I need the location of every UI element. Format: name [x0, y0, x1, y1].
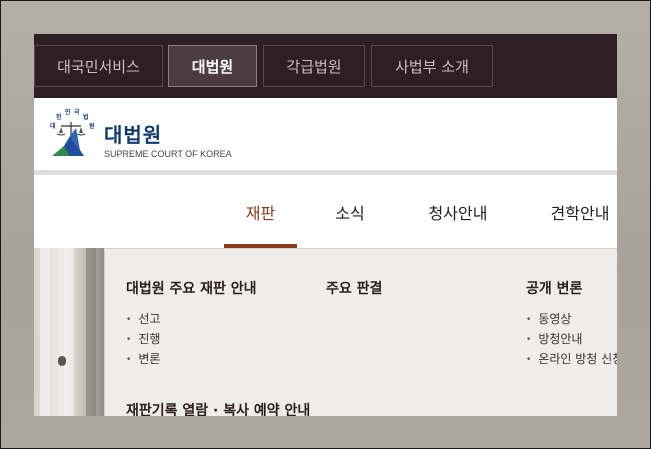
column-title-major-rulings[interactable]: 주요 판결 [326, 278, 382, 298]
svg-text:법: 법 [83, 113, 89, 121]
svg-text:원: 원 [89, 122, 95, 130]
top-nav-public-services[interactable]: 대국민서비스 [34, 45, 163, 87]
supreme-court-emblem-icon[interactable]: 대 한 민 국 법 원 [44, 106, 98, 160]
column-title-public-arguments[interactable]: 공개 변론 [526, 278, 582, 298]
public-arguments-links: 동영상 방청안내 온라인 방청 신청 [526, 309, 617, 369]
trials-dropdown-panel: 대법원 주요 재판 안내 선고 진행 변론 주요 판결 공개 변론 동영상 방청… [104, 248, 617, 416]
link-argument[interactable]: 변론 [126, 349, 160, 369]
link-online-attendance-application[interactable]: 온라인 방청 신청 [526, 349, 617, 369]
column-title-major-trials[interactable]: 대법원 주요 재판 안내 [126, 278, 257, 298]
top-nav-all-courts[interactable]: 각급법원 [263, 45, 365, 87]
svg-text:국: 국 [74, 108, 80, 116]
logo-bar: 대 한 민 국 법 원 대법원 SUPREME COURT OF KOREA [34, 98, 617, 175]
menu-item-trials[interactable]: 재판 [224, 175, 297, 248]
building-photo [34, 248, 104, 416]
browser-viewport: 대국민서비스 대법원 각급법원 사법부 소개 대 한 민 국 법 원 대법원 S… [34, 34, 617, 416]
major-trials-links: 선고 진행 변론 [126, 309, 160, 369]
menu-item-news[interactable]: 소식 [317, 175, 383, 248]
menu-item-building-guide[interactable]: 청사안내 [409, 175, 507, 248]
svg-text:민: 민 [65, 108, 71, 116]
link-attendance-guide[interactable]: 방청안내 [526, 329, 617, 349]
site-subtitle: SUPREME COURT OF KOREA [104, 149, 232, 159]
link-sentencing[interactable]: 선고 [126, 309, 160, 329]
main-menu: 재판 소식 청사안내 견학안내 [34, 175, 617, 248]
svg-text:대: 대 [50, 122, 56, 130]
menu-item-tour-guide[interactable]: 견학안내 [531, 175, 617, 248]
top-nav-supreme-court[interactable]: 대법원 [168, 45, 257, 87]
link-video[interactable]: 동영상 [526, 309, 617, 329]
svg-text:한: 한 [56, 113, 62, 121]
top-navigation-bar: 대국민서비스 대법원 각급법원 사법부 소개 [34, 34, 617, 98]
link-progress[interactable]: 진행 [126, 329, 160, 349]
site-title[interactable]: 대법원 [104, 119, 162, 148]
top-nav-judiciary-intro[interactable]: 사법부 소개 [371, 45, 493, 87]
column-title-record-reservation[interactable]: 재판기록 열람 · 복사 예약 안내 [126, 400, 310, 416]
